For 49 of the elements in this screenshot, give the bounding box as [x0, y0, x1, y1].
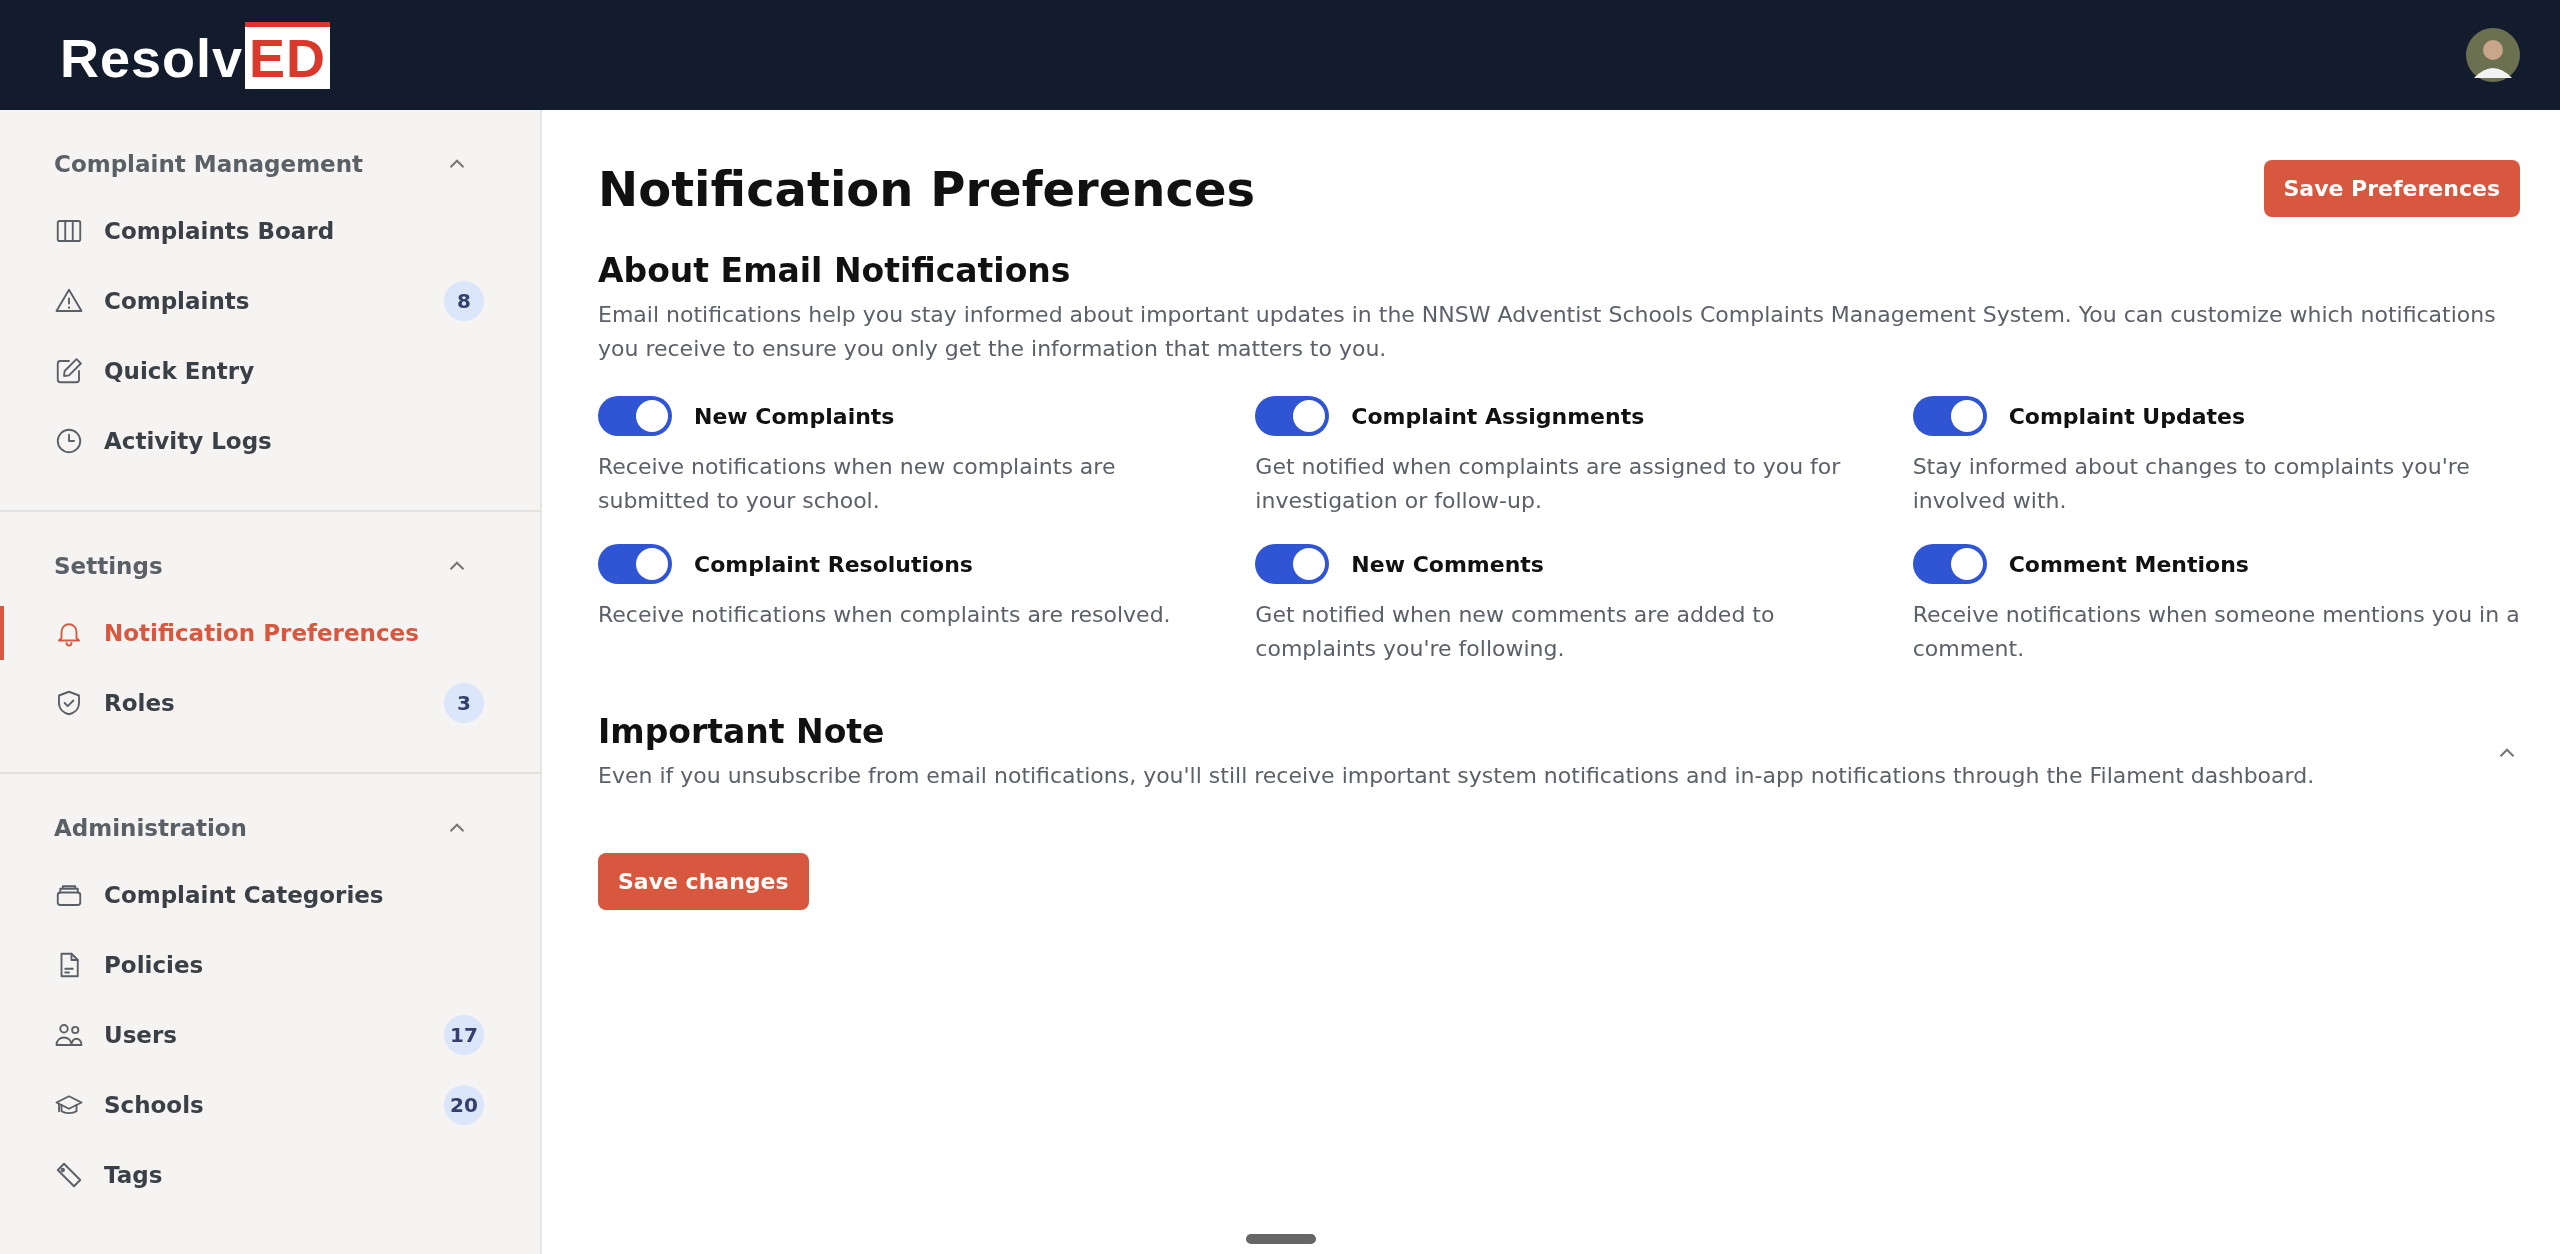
- toggle-label: Complaint Assignments: [1351, 403, 1645, 429]
- group-label: Complaint Management: [54, 151, 364, 177]
- page-title: Notification Preferences: [598, 160, 1256, 217]
- edit-icon: [54, 356, 84, 386]
- section-description: Email notifications help you stay informed about important updates in the NNSW Adventist Schools Complaints Management System. You can customize which notifications you receive to ensure you only get the information that matters to you.: [598, 301, 2497, 363]
- count-badge: 8: [444, 281, 484, 321]
- nav-item[interactable]: Complaint Categories: [0, 860, 540, 930]
- nav-item[interactable]: Schools 20: [0, 1070, 540, 1140]
- save-changes-button[interactable]: Save changes: [598, 853, 809, 910]
- logo[interactable]: ResolvED: [60, 21, 331, 89]
- scroll-handle: [1246, 1234, 1316, 1244]
- clock-icon: [54, 426, 84, 456]
- toggle-label: Complaint Updates: [2008, 403, 2246, 429]
- avatar[interactable]: [2466, 28, 2520, 82]
- toggle-description: Receive notifications when new complaints are submitted to your school.: [598, 453, 1117, 515]
- toggle-switch[interactable]: [1255, 544, 1330, 584]
- nav-item[interactable]: Users 17: [0, 1000, 540, 1070]
- group-label: Administration: [54, 815, 247, 841]
- nav-item[interactable]: Tags: [0, 1140, 540, 1210]
- note-text: Even if you unsubscribe from email notifications, you'll still receive important system notifications and in-app notifications through the Filament dashboard.: [598, 762, 2316, 790]
- toggle-label: Complaint Resolutions: [694, 551, 973, 577]
- count-badge: 3: [444, 683, 484, 723]
- nav-item[interactable]: Activity Logs: [0, 406, 540, 476]
- toggle-switch[interactable]: [1912, 396, 1987, 436]
- toggle-description: Get notified when complaints are assigned to you for investigation or follow-up.: [1255, 453, 1842, 515]
- toggle-description: Receive notifications when complaints are resolved.: [598, 601, 1172, 629]
- nav-item[interactable]: Complaints 8: [0, 266, 540, 336]
- toggle-description: Receive notifications when someone mentions you in a comment.: [1912, 601, 2520, 663]
- count-badge: 20: [444, 1085, 484, 1125]
- section-heading: About Email Notifications: [598, 251, 1072, 290]
- save-preferences-button[interactable]: Save Preferences: [2263, 160, 2520, 217]
- toggle-label: New Complaints: [694, 403, 895, 429]
- toggle-switch[interactable]: [598, 396, 672, 436]
- toggle-switch[interactable]: [1912, 544, 1987, 584]
- toggle-switch[interactable]: [1255, 396, 1330, 436]
- nav-item[interactable]: Policies: [0, 930, 540, 1000]
- nav-item[interactable]: Roles 3: [0, 668, 540, 738]
- section-heading: Important Note: [598, 712, 886, 751]
- nav-item[interactable]: Complaints Board: [0, 196, 540, 266]
- nav-item[interactable]: Quick Entry: [0, 336, 540, 406]
- toggle-description: Get notified when new comments are added to complaints you're following.: [1255, 601, 1776, 663]
- toggle-description: Stay informed about changes to complaints you're involved with.: [1912, 453, 2471, 515]
- toggle-label: New Comments: [1351, 551, 1544, 577]
- toggle-switch[interactable]: [598, 544, 672, 584]
- count-badge: 17: [444, 1015, 484, 1055]
- tag-icon: [54, 1160, 84, 1190]
- nav-item[interactable]: Notification Preferences: [0, 598, 540, 668]
- group-label: Settings: [54, 553, 163, 579]
- toggle-label: Comment Mentions: [2008, 551, 2249, 577]
